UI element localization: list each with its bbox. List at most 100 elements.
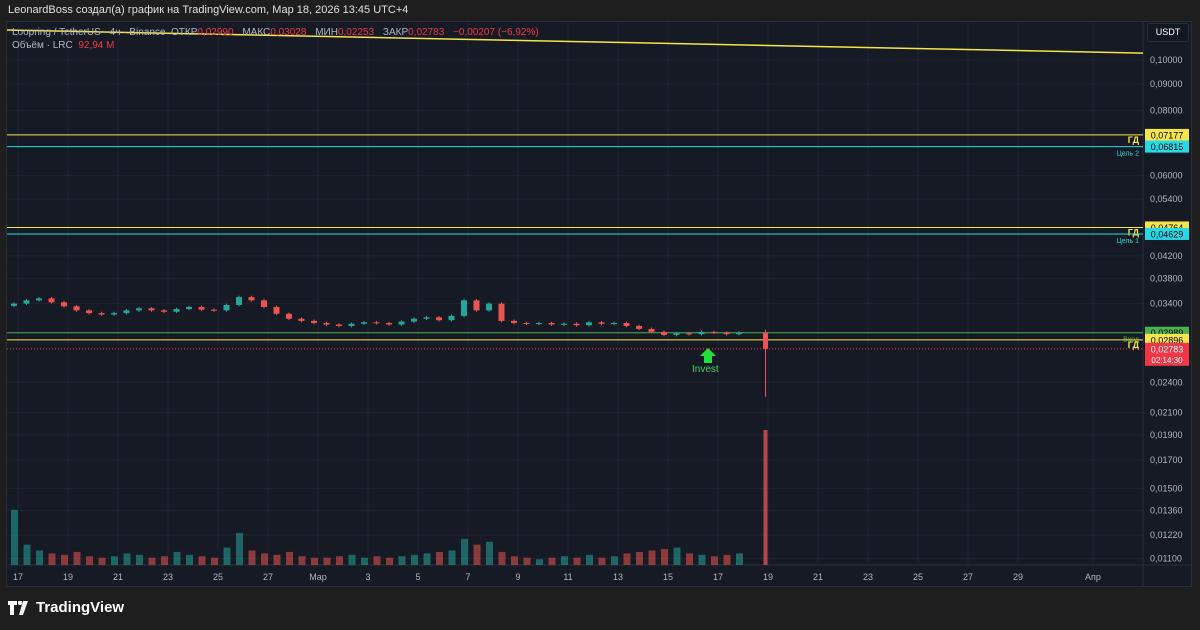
volume-bar — [61, 554, 68, 565]
y-tick-label: 0,01900 — [1150, 430, 1183, 440]
low-label: МИН — [315, 27, 338, 38]
volume-bar — [173, 551, 181, 565]
candle-body — [323, 323, 330, 325]
volume-bar — [248, 550, 256, 565]
candle-body — [623, 323, 630, 326]
arrow-up-icon — [700, 348, 716, 363]
candle-body — [511, 320, 517, 324]
volume-bar — [211, 557, 218, 565]
x-tick-label: 19 — [763, 572, 773, 582]
x-tick-label: 21 — [813, 572, 823, 582]
currency-button[interactable]: USDT — [1147, 23, 1189, 42]
volume-bar — [161, 556, 168, 565]
level-price-text: 0,04629 — [1151, 229, 1184, 239]
volume-bar — [461, 538, 468, 565]
level-label: Цель 1 — [1117, 238, 1140, 245]
candle-body — [198, 306, 205, 310]
candle-body — [286, 313, 292, 319]
x-tick-label: 23 — [863, 572, 873, 582]
volume-bar — [361, 557, 368, 565]
countdown-text: 02:14:30 — [1151, 356, 1183, 365]
candle-body — [586, 322, 592, 326]
volume-bar — [411, 554, 418, 565]
volume-bar — [73, 551, 81, 565]
volume-bar — [261, 553, 268, 565]
y-tick-label: 0,01700 — [1150, 455, 1183, 465]
volume-bar — [86, 556, 93, 565]
candle-body — [186, 306, 192, 310]
candle-body — [111, 313, 117, 315]
x-tick-label: 27 — [263, 572, 273, 582]
candle-body — [173, 309, 180, 312]
open-value: 0,02990 — [197, 27, 234, 38]
candle-body — [498, 303, 505, 321]
volume-bar — [136, 554, 143, 565]
y-tick-label: 0,05400 — [1150, 194, 1183, 204]
volume-bar — [486, 541, 493, 565]
level-price-text: 0,06815 — [1151, 142, 1184, 152]
volume-value: 92,94 M — [78, 40, 115, 51]
price-chart[interactable]: 17 19 21 23 25 27 Мар 3 5 7 9 11 13 15 17 19 21 23 25 27 29 А… — [0, 0, 1200, 630]
x-tick-label: Мар — [309, 572, 327, 582]
volume-bar — [11, 509, 18, 565]
x-tick-label: 23 — [163, 572, 173, 582]
y-tick-label: 0,03800 — [1150, 274, 1183, 284]
low-value: 0,02253 — [337, 27, 375, 38]
candle-body — [223, 304, 230, 311]
candle-body — [736, 332, 742, 335]
candle-body — [348, 323, 355, 326]
high-value: 0,03028 — [270, 27, 307, 38]
volume-label[interactable]: Объём · LRC — [12, 40, 73, 51]
volume-bar — [436, 551, 443, 565]
x-tick-label: 13 — [613, 572, 623, 582]
x-tick-label: 21 — [113, 572, 123, 582]
candle-body — [236, 297, 242, 305]
tradingview-logo[interactable]: TradingView — [8, 599, 124, 616]
volume-bar — [423, 553, 431, 565]
x-tick-label: 17 — [713, 572, 723, 582]
symbol-name[interactable]: Loopring / TetherUS · 4ч · Binance — [12, 27, 165, 38]
candle-body — [673, 333, 680, 335]
candle-body — [723, 332, 730, 335]
volume-bar — [373, 556, 381, 565]
volume-bar — [36, 550, 43, 565]
close-label: ЗАКР — [382, 27, 409, 38]
volume-bar — [648, 550, 656, 565]
candle-body — [248, 297, 255, 301]
candle-body — [373, 322, 380, 324]
tradingview-logo-icon — [8, 600, 28, 615]
candle-body — [598, 322, 605, 324]
volume-bar — [661, 549, 668, 565]
candle-body — [648, 328, 655, 332]
candle-body — [61, 302, 67, 307]
x-tick-label: 25 — [213, 572, 223, 582]
candle-body — [161, 310, 167, 312]
y-tick-label: 0,10000 — [1150, 55, 1183, 65]
candle-body — [123, 310, 130, 314]
volume-bar — [498, 551, 506, 565]
candle-body — [311, 320, 317, 324]
x-tick-label: 29 — [1013, 572, 1023, 582]
volume-bar — [561, 556, 568, 565]
candle-body — [211, 309, 217, 311]
candle-body — [611, 323, 617, 325]
volume-bar — [98, 557, 106, 565]
x-tick-label: 3 — [365, 572, 370, 582]
volume-bar — [298, 556, 306, 565]
x-tick-label: 27 — [963, 572, 973, 582]
x-tick-label: 9 — [515, 572, 520, 582]
volume-bar — [511, 556, 518, 565]
y-tick-label: 0,02400 — [1150, 377, 1183, 387]
volume-bar — [636, 551, 643, 565]
high-label: МАКС — [242, 27, 271, 38]
volume-bar — [48, 553, 56, 565]
ohlc-legend: Loopring / TetherUS · 4ч · Binance ОТКР0… — [12, 26, 539, 39]
volume-bar — [598, 557, 606, 565]
level-label: Цель 2 — [1117, 151, 1140, 158]
y-tick-label: 0,03400 — [1150, 299, 1183, 309]
volume-bar — [148, 557, 156, 565]
candle-body — [148, 308, 155, 311]
invest-annotation-label: Invest — [692, 364, 719, 375]
volume-bar — [273, 554, 281, 565]
last-candle-body — [763, 332, 768, 349]
